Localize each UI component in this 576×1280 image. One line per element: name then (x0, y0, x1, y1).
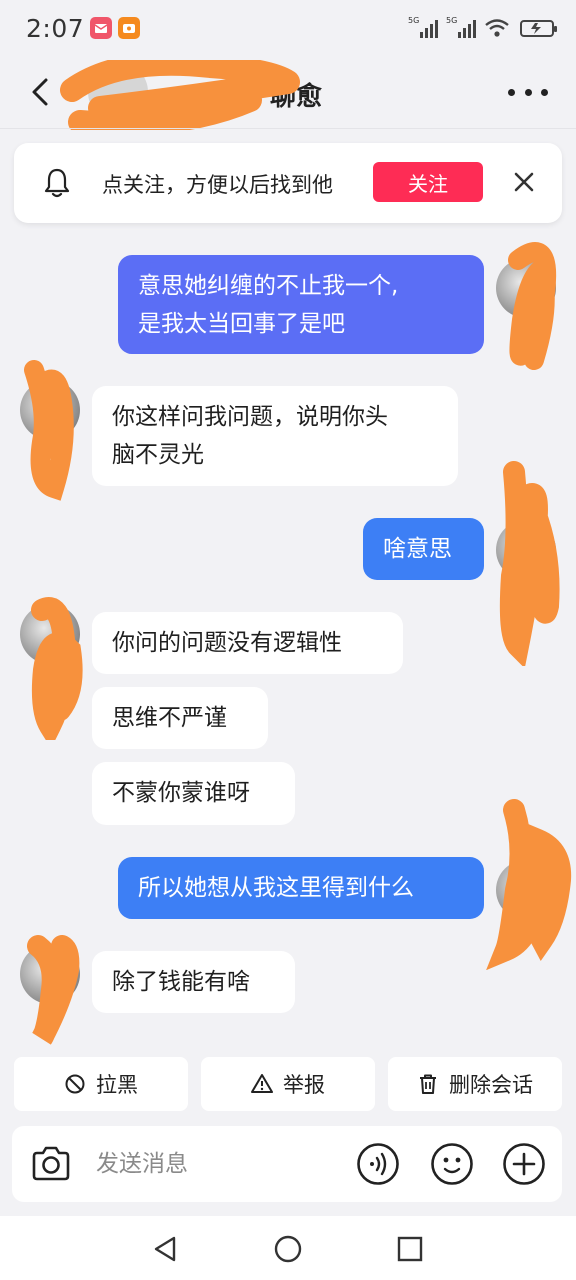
nav-recents-icon[interactable] (395, 1234, 425, 1264)
warning-icon (251, 1074, 273, 1093)
nav-back-icon[interactable] (150, 1234, 180, 1264)
redaction-scribble (24, 360, 74, 501)
status-time: 2:07 (26, 13, 85, 43)
message-text: 所以她想从我这里得到什么 (138, 875, 414, 901)
chevron-left-icon[interactable] (26, 76, 56, 108)
message-text: 脑不灵光 (112, 442, 204, 468)
battery-icon (520, 19, 557, 37)
wifi-icon (485, 19, 509, 37)
status-bar: 2:07 5G 5G (0, 0, 576, 56)
signal-1-icon: 5G (408, 16, 438, 38)
message-text: 是我太当回事了是吧 (138, 311, 345, 337)
chat-actions: 拉黑 举报 删除会话 (14, 1057, 562, 1111)
plus-icon[interactable] (502, 1142, 546, 1186)
chat-header: 聊愈 (0, 56, 576, 130)
message-bubble-incoming[interactable]: 除了钱能有啥 (92, 951, 295, 1013)
emoji-icon[interactable] (430, 1142, 474, 1186)
delete-chat-label: 删除会话 (449, 1073, 533, 1097)
message-text: 你问的问题没有逻辑性 (112, 630, 342, 656)
nav-home-icon[interactable] (273, 1234, 303, 1264)
redaction-scribble (60, 60, 300, 130)
redaction-scribble (31, 597, 83, 740)
redaction-scribble (499, 461, 560, 666)
redaction-scribble (27, 935, 80, 1045)
message-text: 思维不严谨 (112, 705, 227, 731)
message-text: 啥意思 (383, 536, 452, 562)
message-bubble-incoming[interactable]: 你问的问题没有逻辑性 (92, 612, 403, 674)
delete-chat-button[interactable]: 删除会话 (388, 1057, 562, 1111)
camera-icon[interactable] (30, 1143, 72, 1185)
header-divider (0, 128, 576, 129)
message-composer (12, 1126, 562, 1202)
report-label: 举报 (283, 1073, 325, 1097)
message-bubble-outgoing[interactable]: 所以她想从我这里得到什么 (118, 857, 484, 919)
follow-button[interactable]: 关注 (373, 162, 483, 202)
system-nav-bar (0, 1216, 576, 1280)
message-bubble-incoming[interactable]: 思维不严谨 (92, 687, 268, 749)
follow-prompt-text: 点关注，方便以后找到他 (102, 173, 333, 197)
more-dots-icon[interactable] (508, 78, 548, 106)
signal-2-icon: 5G (446, 16, 476, 38)
message-bubble-incoming[interactable]: 不蒙你蒙谁呀 (92, 762, 295, 825)
redaction-scribble (508, 242, 557, 370)
message-bubble-incoming[interactable]: 你这样问我问题，说明你头 脑不灵光 (92, 386, 458, 486)
voice-icon[interactable] (356, 1142, 400, 1186)
message-text: 不蒙你蒙谁呀 (112, 780, 250, 806)
message-input[interactable] (96, 1142, 346, 1186)
close-icon[interactable] (512, 170, 536, 194)
mail-app-icon (90, 17, 113, 39)
trash-icon (420, 1074, 436, 1094)
message-text: 你这样问我问题，说明你头 (112, 404, 388, 430)
redaction-scribble (486, 799, 572, 970)
report-button[interactable]: 举报 (201, 1057, 375, 1111)
follow-banner: 点关注，方便以后找到他 关注 (14, 143, 562, 223)
message-bubble-outgoing[interactable]: 啥意思 (363, 518, 484, 580)
bell-icon (44, 168, 70, 198)
message-text: 意思她纠缠的不止我一个, (138, 273, 399, 299)
block-icon (65, 1074, 85, 1094)
block-label: 拉黑 (96, 1073, 138, 1097)
block-button[interactable]: 拉黑 (14, 1057, 188, 1111)
tv-app-icon (118, 17, 141, 39)
message-text: 除了钱能有啥 (112, 969, 250, 995)
message-bubble-outgoing[interactable]: 意思她纠缠的不止我一个, 是我太当回事了是吧 (118, 255, 484, 354)
